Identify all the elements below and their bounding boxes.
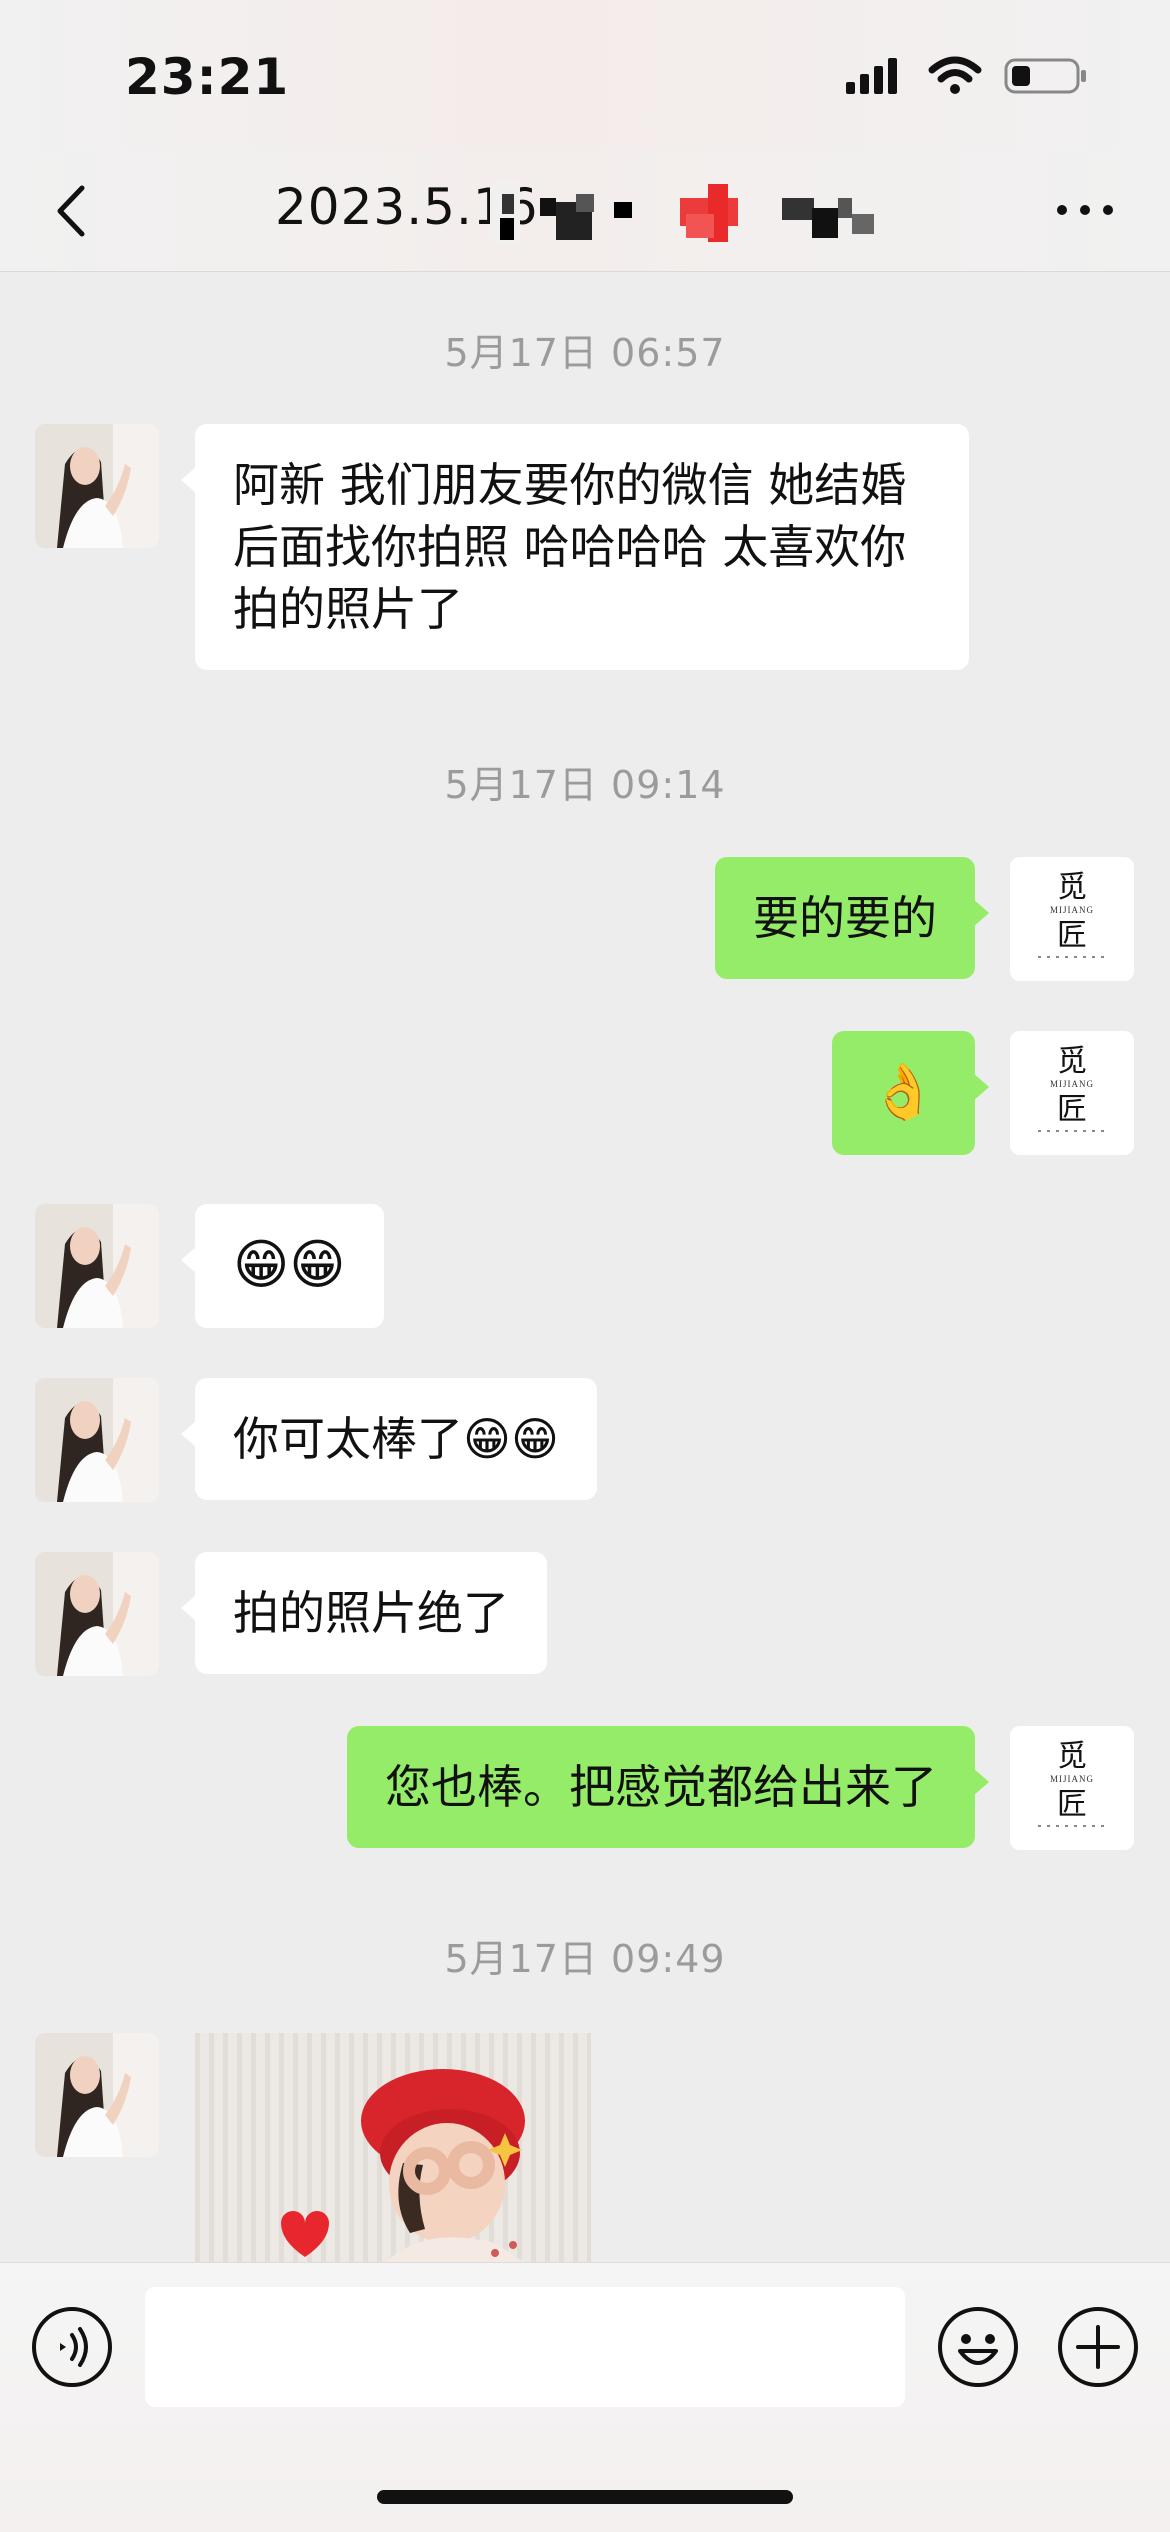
- message-text: 您也棒。把感觉都给出来了: [385, 1760, 937, 1814]
- brand-char-bottom: 匠: [1057, 1788, 1087, 1821]
- my-avatar[interactable]: 觅 MIJIANG 匠: [1010, 1726, 1134, 1850]
- contact-avatar[interactable]: [35, 2033, 159, 2157]
- message-input[interactable]: [145, 2287, 905, 2407]
- my-avatar[interactable]: 觅 MIJIANG 匠: [1010, 1031, 1134, 1155]
- message-bubble-sent[interactable]: 👌: [831, 1031, 990, 1155]
- more-dots-icon[interactable]: [1050, 190, 1120, 230]
- brand-char-top: 觅: [1057, 1045, 1087, 1078]
- my-avatar[interactable]: 觅 MIJIANG 匠: [1010, 857, 1134, 981]
- message-bubble-sent[interactable]: 要的要的: [715, 857, 989, 979]
- brand-sub: MIJIANG: [1050, 905, 1094, 915]
- nav-bar: 2023.5.16: [0, 150, 1170, 272]
- status-time: 23:21: [125, 48, 290, 106]
- brand-char-top: 觅: [1057, 871, 1087, 904]
- message-bubble-received[interactable]: 拍的照片绝了: [181, 1552, 547, 1674]
- message-bubble-sent[interactable]: 您也棒。把感觉都给出来了: [347, 1726, 989, 1848]
- message-bubble-received[interactable]: 阿新 我们朋友要你的微信 她结婚后面找你拍照 哈哈哈哈 太喜欢你拍的照片了: [181, 424, 969, 670]
- message-bubble-received[interactable]: 你可太棒了😁😁: [181, 1378, 597, 1500]
- smile-icon[interactable]: [936, 2305, 1020, 2389]
- message-text: 要的要的: [753, 891, 937, 945]
- ok-hand-emoji: 👌: [869, 1060, 937, 1123]
- contact-avatar[interactable]: [35, 1552, 159, 1676]
- wifi-icon: [928, 56, 982, 94]
- message-bubble-received[interactable]: 😁😁: [181, 1204, 384, 1328]
- status-icons: [846, 56, 1088, 96]
- contact-avatar[interactable]: [35, 424, 159, 548]
- brand-char-bottom: 匠: [1057, 919, 1087, 952]
- chevron-left-icon[interactable]: [40, 176, 110, 246]
- brand-char-bottom: 匠: [1057, 1093, 1087, 1126]
- message-timestamp: 5月17日 06:57: [444, 331, 726, 375]
- message-text: 你可太棒了😁😁: [233, 1412, 559, 1466]
- cellular-signal-icon: [846, 58, 897, 94]
- brand-char-top: 觅: [1057, 1740, 1087, 1773]
- image-message[interactable]: [195, 2033, 591, 2263]
- redaction-mosaic: [490, 180, 874, 244]
- message-timestamp: 5月17日 09:14: [444, 763, 726, 807]
- grin-emoji: 😁😁: [233, 1233, 346, 1296]
- brand-sub: MIJIANG: [1050, 1774, 1094, 1784]
- message-text: 阿新 我们朋友要你的微信 她结婚后面找你拍照 哈哈哈哈 太喜欢你拍的照片了: [233, 458, 907, 636]
- contact-avatar[interactable]: [35, 1378, 159, 1502]
- contact-avatar[interactable]: [35, 1204, 159, 1328]
- home-indicator[interactable]: [377, 2490, 793, 2504]
- message-timestamp: 5月17日 09:49: [444, 1937, 726, 1981]
- brand-sub: MIJIANG: [1050, 1079, 1094, 1089]
- voice-icon[interactable]: [30, 2305, 114, 2389]
- plus-icon[interactable]: [1056, 2305, 1140, 2389]
- message-text: 拍的照片绝了: [233, 1586, 509, 1640]
- status-bar: 23:21: [0, 0, 1170, 150]
- battery-icon: [1004, 58, 1086, 94]
